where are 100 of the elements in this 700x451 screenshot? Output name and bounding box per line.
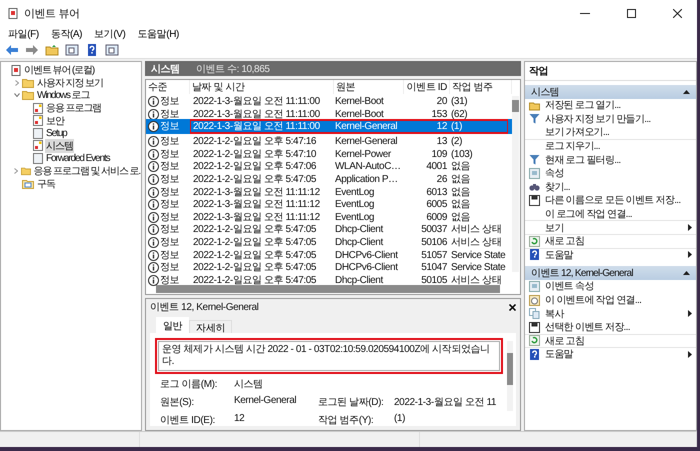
collapse-triangle-icon xyxy=(683,271,690,276)
action-link[interactable]: 보기 xyxy=(525,221,696,235)
menu-item[interactable]: 보기(V) xyxy=(92,27,128,41)
info-icon xyxy=(148,250,159,261)
table-cell-text: WLAN-AutoC… xyxy=(334,161,402,172)
tree-item[interactable]: 이벤트 뷰어 (로컬) xyxy=(23,63,96,78)
field-value: 2022-1-3-월요일 오전 11 xyxy=(394,396,498,409)
event-row[interactable]: 정보 2022-1-3-월요일 오전 11:11:00 Kernel-Boot 153 (62) xyxy=(146,106,512,120)
table-cell-text: (31) xyxy=(450,96,468,107)
table-cell: 정보 xyxy=(160,199,180,210)
folder-icon[interactable] xyxy=(45,44,59,56)
horizontal-scrollbar[interactable] xyxy=(156,285,500,293)
action-link[interactable]: 이벤트 속성 xyxy=(525,280,696,294)
event-row[interactable]: 정보 2022-1-2-일요일 오후 5:47:05 Dhcp-Client 50037 서비스 상태 xyxy=(146,222,512,235)
table-cell-text: Kernel-Boot xyxy=(334,108,385,120)
help-icon xyxy=(529,348,540,360)
event-row[interactable]: 정보 2022-1-2-일요일 오후 5:47:05 DHCPv6-Client 51057 Service State xyxy=(146,248,512,260)
event-row[interactable]: 정보 2022-1-3-월요일 오전 11:11:00 Kernel-Boot 20 (31) xyxy=(146,94,512,107)
folder-icon xyxy=(529,100,540,111)
expanded-chevron-icon[interactable] xyxy=(14,93,20,98)
table-cell-text: Service State xyxy=(450,250,506,261)
menu-item[interactable]: 도움말(H) xyxy=(135,27,181,41)
collapsed-chevron-icon[interactable] xyxy=(14,80,18,86)
event-row[interactable]: 정보 2022-1-2-일요일 오후 5:47:05 Dhcp-Client 50106 서비스 상태 xyxy=(146,234,512,248)
tree-item[interactable]: 보안 xyxy=(45,114,65,128)
event-row[interactable]: 정보 2022-1-2-일요일 오후 5:47:16 Kernel-General 13 (2) xyxy=(146,134,512,147)
event-row[interactable]: 정보 2022-1-2-일요일 오후 5:47:10 Kernel-Power 109 (103) xyxy=(146,146,512,160)
table-cell-text: EventLog xyxy=(334,186,376,198)
tab[interactable]: 자세히 xyxy=(189,320,232,333)
action-link[interactable]: 로그 지우기... xyxy=(525,140,696,154)
close-icon xyxy=(509,304,516,310)
table-cell: 정보 xyxy=(160,148,180,160)
table-cell-text: (2) xyxy=(450,136,464,148)
action-link[interactable]: 이 이벤트에 작업 연결... xyxy=(525,294,696,308)
tree-item[interactable]: Forwarded Events xyxy=(45,152,111,164)
action-link[interactable]: 도움말 xyxy=(525,348,696,362)
action-link[interactable]: 선택한 이벤트 저장... xyxy=(525,320,696,334)
save-icon xyxy=(529,194,540,206)
event-row[interactable]: 정보 2022-1-2-일요일 오후 5:47:06 WLAN-AutoC… 4001 없음 xyxy=(146,159,512,172)
action-link[interactable]: 사용자 지정 보기 만들기... xyxy=(525,112,696,126)
tree-item[interactable]: 응용 프로그램 xyxy=(45,101,102,116)
column-header[interactable]: 날짜 및 시간 xyxy=(190,80,334,94)
back-arrow-icon[interactable] xyxy=(5,44,19,56)
event-row[interactable]: 정보 2022-1-3-월요일 오전 11:11:12 EventLog 6005 없음 xyxy=(146,197,512,210)
table-cell-text: 6009 xyxy=(425,212,448,223)
column-header[interactable]: 수준 xyxy=(146,80,190,94)
event-row[interactable]: 정보 2022-1-2-일요일 오후 5:47:05 Application P… 26 없음 xyxy=(146,172,512,185)
table-cell-text: (62) xyxy=(450,108,468,120)
group-header[interactable]: 시스템 xyxy=(525,85,696,99)
table-cell-text: 없음 xyxy=(450,199,472,210)
tree-item[interactable]: 구독 xyxy=(36,176,56,191)
tree-item[interactable]: 응용 프로그램 및 서비스 로. xyxy=(32,164,141,178)
info-icon xyxy=(148,136,159,148)
table-cell-text: 2022-1-2-일요일 오후 5:47:05 xyxy=(192,262,318,274)
folder-icon xyxy=(22,90,34,100)
event-row[interactable]: 정보 2022-1-2-일요일 오후 5:47:05 Dhcp-Client 50105 서비스 상태 xyxy=(146,272,512,286)
event-row[interactable]: 정보 2022-1-3-월요일 오전 11:11:12 EventLog 6009 없음 xyxy=(146,210,512,222)
panel-icon[interactable] xyxy=(105,44,119,56)
column-header[interactable]: 작업 범주 xyxy=(450,80,512,94)
action-link[interactable]: 저장된 로그 열기... xyxy=(525,99,696,113)
info-icon xyxy=(148,199,159,210)
action-link[interactable]: 현재 로그 필터링... xyxy=(525,153,696,167)
action-link[interactable]: 보기 가져오기... xyxy=(525,126,696,140)
table-cell: 정보 xyxy=(160,224,180,236)
action-link[interactable]: 새로 고침 xyxy=(525,334,696,348)
event-row[interactable]: 정보 2022-1-3-월요일 오전 11:11:12 EventLog 6013 없음 xyxy=(146,184,512,198)
tree-item[interactable]: 시스템 xyxy=(45,138,74,153)
group-header[interactable]: 이벤트 12, Kernel-General xyxy=(525,266,696,280)
table-cell-text: EventLog xyxy=(334,212,376,223)
close-button[interactable] xyxy=(509,304,516,310)
action-link[interactable]: 새로 고침 xyxy=(525,234,696,249)
event-row[interactable]: 정보 2022-1-3-월요일 오전 11:11:00 Kernel-General 12 (1) xyxy=(146,119,512,134)
tab[interactable]: 일반 xyxy=(156,317,190,333)
action-link[interactable]: 이 로그에 작업 연결... xyxy=(525,208,696,222)
tree-item[interactable]: 사용자 지정 보기 xyxy=(36,76,104,90)
action-link[interactable]: 다른 이름으로 모든 이벤트 저장... xyxy=(525,194,696,208)
action-link[interactable]: 찾기... xyxy=(525,180,696,194)
action-link[interactable]: 속성 xyxy=(525,166,696,181)
menu-item[interactable]: 동작(A) xyxy=(48,27,84,41)
log-icon xyxy=(33,102,43,114)
table-cell-text: 51057 xyxy=(420,250,448,261)
action-link[interactable]: 복사 xyxy=(525,307,696,321)
table-cell-text: Kernel-General xyxy=(334,136,398,148)
tree-item[interactable]: Windows 로그 xyxy=(36,88,90,102)
help-icon[interactable] xyxy=(85,44,99,56)
panel-icon[interactable] xyxy=(65,44,79,56)
filter-icon xyxy=(529,113,540,124)
vertical-scrollbar[interactable] xyxy=(512,96,519,272)
menu-item[interactable]: 파일(F) xyxy=(6,27,41,41)
column-header[interactable]: 이벤트 ID xyxy=(404,80,450,94)
tree-item[interactable]: Setup xyxy=(45,128,68,139)
column-header[interactable]: 원본 xyxy=(334,80,404,94)
table-cell: 정보 xyxy=(160,262,180,274)
table-cell-text: 2022-1-2-일요일 오후 5:47:05 xyxy=(192,224,318,236)
action-link[interactable]: 도움말 xyxy=(525,248,696,262)
event-row[interactable]: 정보 2022-1-2-일요일 오후 5:47:05 DHCPv6-Client 51047 Service State xyxy=(146,260,512,273)
collapsed-chevron-icon[interactable] xyxy=(14,168,18,174)
forward-arrow-icon[interactable] xyxy=(25,44,39,56)
vertical-scrollbar[interactable] xyxy=(507,341,513,411)
table-cell-text: 50106 xyxy=(420,236,448,248)
